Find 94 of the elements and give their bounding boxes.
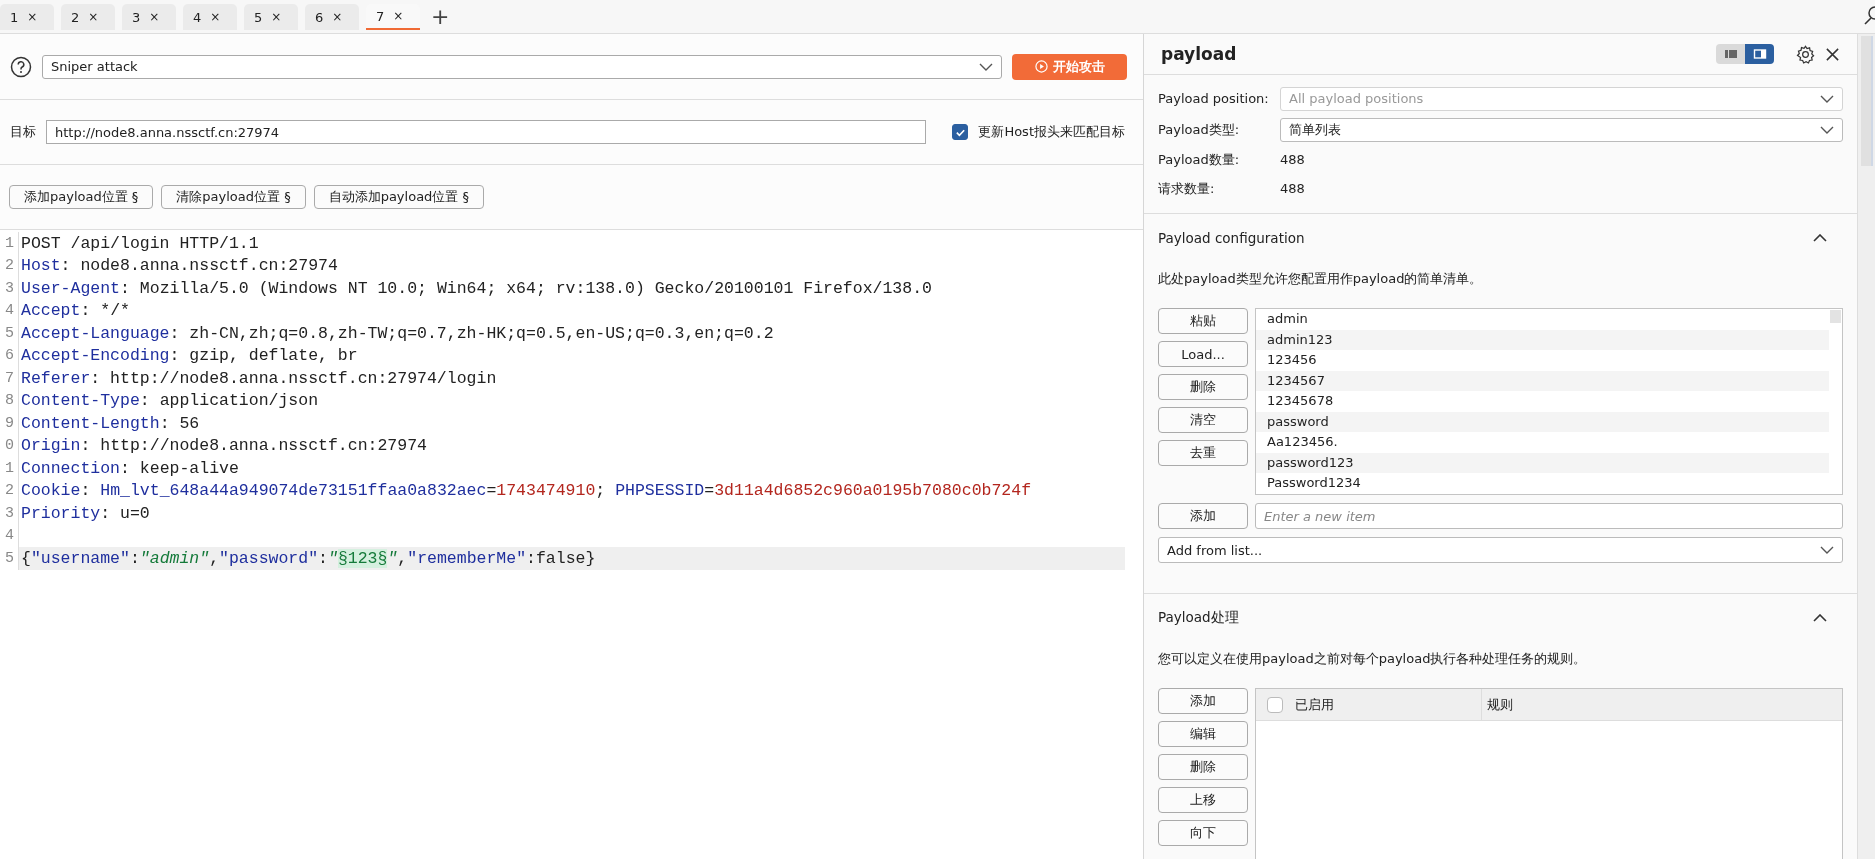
settings-icon[interactable] — [1796, 44, 1815, 64]
chevron-up-icon[interactable] — [1813, 234, 1827, 242]
line-number: 0 — [0, 434, 19, 457]
list-action-button[interactable]: Load... — [1158, 341, 1248, 367]
chevron-down-icon — [1820, 546, 1834, 554]
new-item-field[interactable]: Enter a new item — [1255, 503, 1843, 529]
line-number: 8 — [0, 389, 19, 412]
request-tab[interactable]: 5 × — [244, 4, 298, 30]
code-line: Host: node8.anna.nssctf.cn:27974 — [20, 255, 339, 277]
chevron-down-icon — [979, 62, 993, 71]
line-number: 1 — [0, 232, 19, 255]
request-tab[interactable]: 1 × — [0, 4, 54, 30]
code-line: User-Agent: Mozilla/5.0 (Windows NT 10.0; Win64; x64; rv:138.0) Gecko/20100101 Firefox/138.0 — [20, 277, 933, 300]
payload-item[interactable]: 12345678 — [1256, 391, 1829, 412]
line-number: 9 — [0, 412, 19, 435]
payload-item[interactable]: 123456 — [1256, 350, 1829, 371]
code-line: Priority: u=0 — [20, 502, 151, 525]
attack-type-select[interactable]: Sniper attack — [42, 54, 1002, 79]
count-value: 488 — [1280, 152, 1305, 167]
payload-select[interactable]: 简单列表 — [1280, 117, 1843, 142]
payload-item[interactable]: 1234567 — [1256, 370, 1829, 391]
line-number: 4 — [0, 524, 19, 547]
rule-action-button[interactable]: 向下 — [1158, 820, 1248, 846]
chevron-up-icon[interactable] — [1813, 614, 1827, 622]
payload-position-button[interactable]: 清除payload位置 § — [161, 185, 306, 209]
payload-item[interactable]: Password1234 — [1256, 473, 1829, 494]
rule-action-button[interactable]: 上移 — [1158, 787, 1248, 813]
target-label: 目标 — [10, 123, 36, 141]
add-from-list-select[interactable]: Add from list... — [1158, 537, 1843, 563]
chevron-down-icon — [1820, 94, 1834, 103]
line-number: 7 — [0, 367, 19, 390]
list-action-button[interactable]: 去重 — [1158, 440, 1248, 466]
panel-title: payload — [1161, 44, 1238, 64]
payload-position-button[interactable]: 添加payload位置 § — [9, 185, 154, 209]
target-field[interactable]: http://node8.anna.nssctf.cn:27974 — [46, 120, 927, 144]
request-tab[interactable]: 4 × — [183, 4, 237, 30]
search-icon[interactable] — [1863, 6, 1875, 26]
column-header: 已启用 — [1295, 695, 1334, 714]
rule-action-button[interactable]: 添加 — [1158, 688, 1248, 714]
line-number: 1 — [0, 457, 19, 480]
rule-action-button[interactable]: 编辑 — [1158, 721, 1248, 747]
add-tab-button[interactable]: + — [431, 4, 450, 29]
count-value: 488 — [1280, 181, 1305, 196]
checkbox[interactable] — [1267, 696, 1283, 713]
code-line: Accept-Language: zh-CN,zh;q=0.8,zh-TW;q=0.7,zh-HK;q=0.5,en-US;q=0.3,en;q=0.2 — [20, 322, 775, 345]
section-title: Payload configuration — [1158, 230, 1305, 246]
request-tab[interactable]: 3 × — [122, 4, 176, 30]
code-line: Content-Length: 56 — [20, 412, 201, 435]
payload-item[interactable]: admin123 — [1256, 329, 1829, 350]
payload-item[interactable]: admin — [1256, 309, 1829, 330]
section-title: Payload处理 — [1158, 609, 1239, 627]
list-layout-icon[interactable] — [1716, 44, 1745, 64]
checkbox-label: 更新Host报头来匹配目标 — [978, 123, 1125, 141]
payload-item[interactable]: Aa123456. — [1256, 432, 1829, 453]
code-line: POST /api/login HTTP/1.1 — [20, 232, 260, 255]
line-number: 5 — [0, 322, 19, 345]
side-panel-layout-icon[interactable] — [1745, 44, 1774, 64]
request-tab[interactable]: 2 × — [61, 4, 115, 30]
list-action-button[interactable]: 清空 — [1158, 407, 1248, 433]
add-item-button[interactable]: 添加 — [1158, 503, 1248, 529]
section-description: 您可以定义在使用payload之前对每个payload执行各种处理任务的规则。 — [1158, 650, 1588, 668]
section-description: 此处payload类型允许您配置用作payload的简单清单。 — [1158, 270, 1484, 288]
help-icon[interactable] — [10, 55, 32, 78]
field-label: Payload position: — [1158, 91, 1270, 106]
payload-item[interactable]: password — [1256, 411, 1829, 432]
close-icon[interactable] — [1825, 46, 1840, 62]
column-header: 规则 — [1486, 695, 1513, 714]
field-label: Payload数量: — [1158, 150, 1241, 169]
line-number: 4 — [0, 299, 19, 322]
scrollbar-thumb[interactable] — [1860, 36, 1873, 166]
request-tab[interactable]: 6 × — [305, 4, 359, 30]
line-number: 6 — [0, 344, 19, 367]
line-number: 3 — [0, 277, 19, 300]
field-label: 请求数量: — [1158, 179, 1216, 198]
list-action-button[interactable]: 粘贴 — [1158, 308, 1248, 334]
line-number: 2 — [0, 479, 19, 502]
code-line: Accept-Encoding: gzip, deflate, br — [20, 345, 359, 367]
code-line: Origin: http://node8.anna.nssctf.cn:27974 — [20, 435, 428, 457]
rule-action-button[interactable]: 删除 — [1158, 754, 1248, 780]
line-number: 2 — [0, 254, 19, 277]
checkbox[interactable] — [952, 124, 969, 140]
code-line: Accept: */* — [20, 300, 131, 322]
payload-item[interactable]: password123 — [1256, 452, 1829, 473]
scrollbar-thumb[interactable] — [1830, 310, 1841, 323]
code-line: Connection: keep-alive — [20, 457, 240, 480]
code-line: Referer: http://node8.anna.nssctf.cn:27974/login — [20, 367, 498, 390]
code-line: Cookie: Hm_lvt_648a44a949074de73151ffaa0a832aec=1743474910; PHPSESSID=3d11a4d6852c960a0195b7080c0b724f — [20, 480, 1033, 502]
line-number: 3 — [0, 502, 19, 525]
code-line: Content-Type: application/json — [20, 390, 320, 412]
field-label: Payload类型: — [1158, 120, 1241, 139]
play-icon — [1034, 60, 1048, 73]
list-action-button[interactable]: 删除 — [1158, 374, 1248, 400]
chevron-down-icon — [1820, 125, 1834, 134]
payload-position-button[interactable]: 自动添加payload位置 § — [313, 185, 484, 209]
